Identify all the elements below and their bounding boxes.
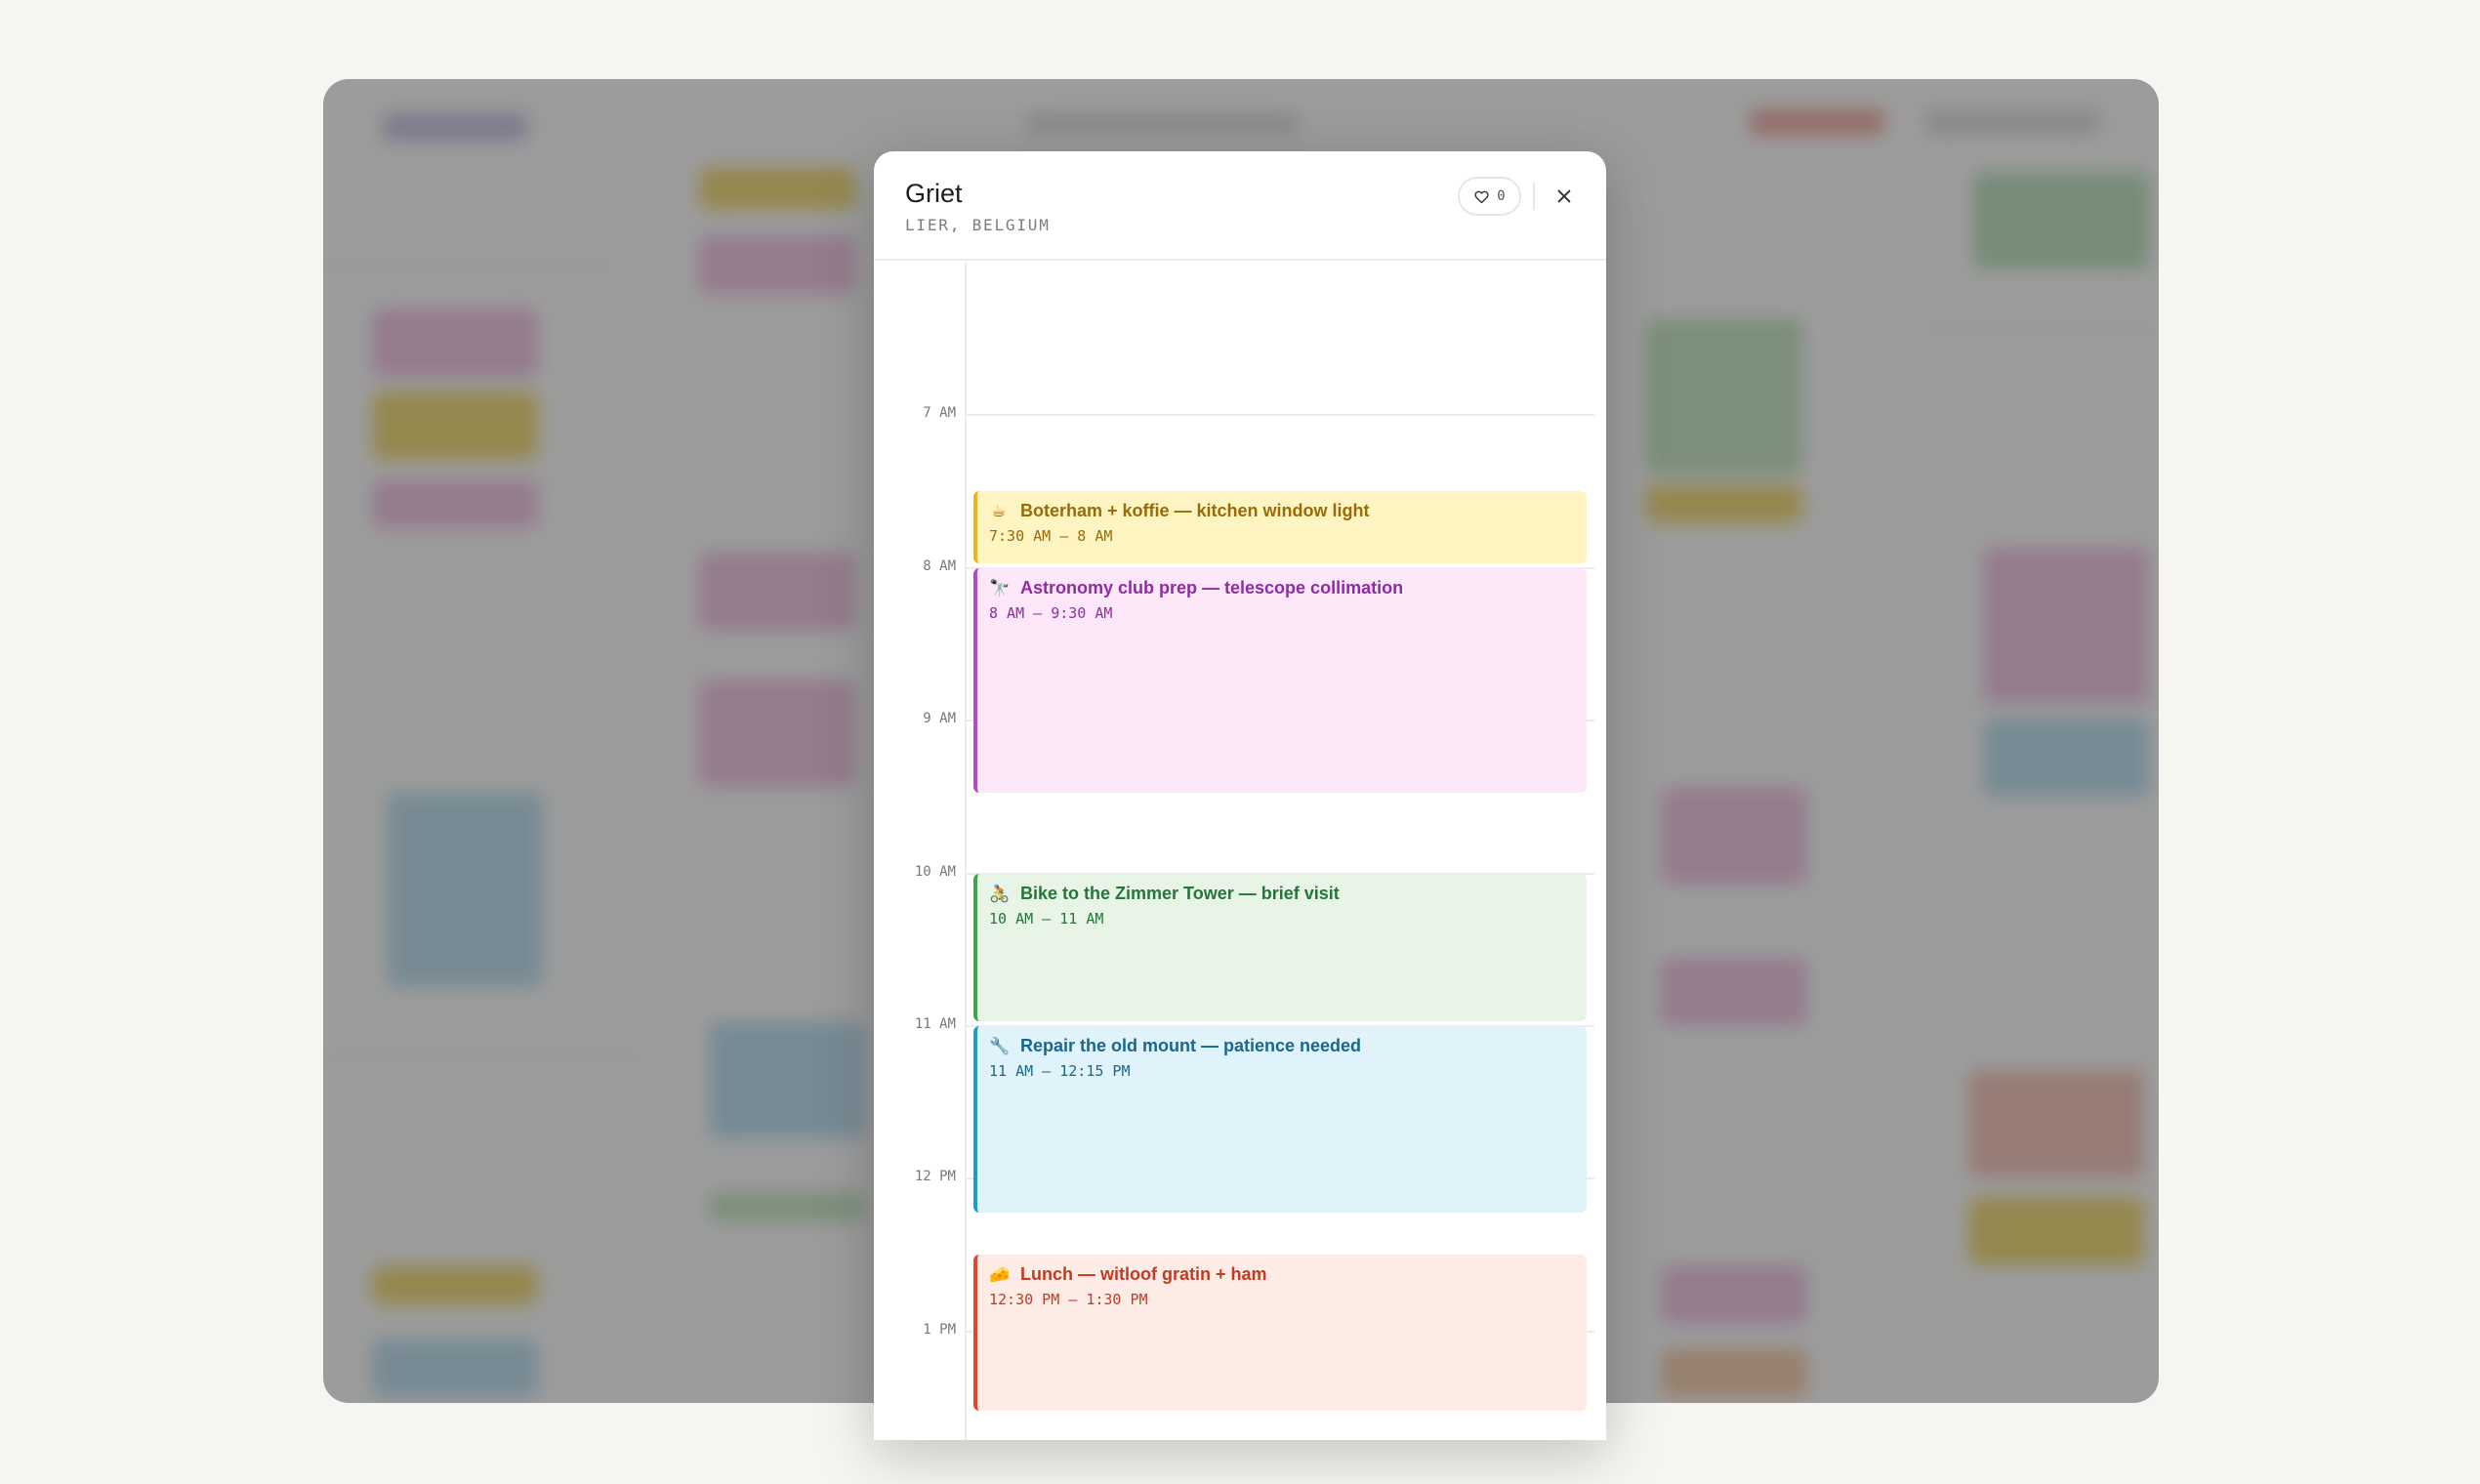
event-lunch[interactable]: 🧀 Lunch — witloof gratin + ham 12:30 PM … <box>973 1255 1587 1411</box>
day-timeline[interactable]: 7 AM 8 AM 9 AM 10 AM 11 AM 12 PM 1 PM ☕ … <box>874 263 1606 1440</box>
hour-label: 7 AM <box>923 405 956 421</box>
event-time: 10 AM – 11 AM <box>989 910 1104 928</box>
hour-label: 9 AM <box>923 711 956 726</box>
event-time: 7:30 AM – 8 AM <box>989 527 1113 545</box>
modal-location: LIER, BELGIUM <box>905 216 1051 234</box>
hour-line <box>967 414 1594 416</box>
event-title: Astronomy club prep — telescope collimat… <box>1020 578 1404 598</box>
modal-title: Griet <box>905 179 963 208</box>
close-icon <box>1555 187 1573 205</box>
event-title: Bike to the Zimmer Tower — brief visit <box>1020 884 1340 903</box>
event-time: 11 AM – 12:15 PM <box>989 1062 1131 1080</box>
hour-label: 11 AM <box>914 1016 956 1032</box>
modal-header: Griet LIER, BELGIUM 0 <box>874 151 1606 261</box>
hour-label: 1 PM <box>923 1322 956 1338</box>
event-title: Repair the old mount — patience needed <box>1020 1036 1362 1055</box>
event-time: 12:30 PM – 1:30 PM <box>989 1291 1148 1308</box>
cheese-icon: 🧀 <box>989 1264 1011 1284</box>
heart-icon <box>1473 188 1490 205</box>
telescope-icon: 🔭 <box>989 578 1011 598</box>
hour-label: 8 AM <box>923 558 956 574</box>
event-title: Lunch — witloof gratin + ham <box>1020 1264 1267 1284</box>
event-repair-mount[interactable]: 🔧 Repair the old mount — patience needed… <box>973 1026 1587 1213</box>
event-bike-ride[interactable]: 🚴 Bike to the Zimmer Tower — brief visit… <box>973 874 1587 1021</box>
coffee-icon: ☕ <box>991 501 1007 520</box>
wrench-icon: 🔧 <box>989 1036 1011 1055</box>
like-button[interactable]: 0 <box>1458 177 1521 216</box>
event-time: 8 AM – 9:30 AM <box>989 604 1113 622</box>
close-button[interactable] <box>1548 180 1581 213</box>
bicycle-icon: 🚴 <box>989 884 1011 903</box>
event-breakfast[interactable]: ☕ Boterham + koffie — kitchen window lig… <box>973 491 1587 563</box>
event-astronomy-prep[interactable]: 🔭 Astronomy club prep — telescope collim… <box>973 568 1587 793</box>
event-title: Boterham + koffie — kitchen window light <box>1020 501 1370 520</box>
hour-label: 12 PM <box>914 1169 956 1184</box>
like-count: 0 <box>1497 188 1506 204</box>
header-divider <box>1533 183 1535 210</box>
schedule-modal: Griet LIER, BELGIUM 0 7 AM 8 AM 9 AM 10 … <box>874 151 1606 1440</box>
time-gutter-line <box>965 263 967 1440</box>
hour-label: 10 AM <box>914 864 956 880</box>
